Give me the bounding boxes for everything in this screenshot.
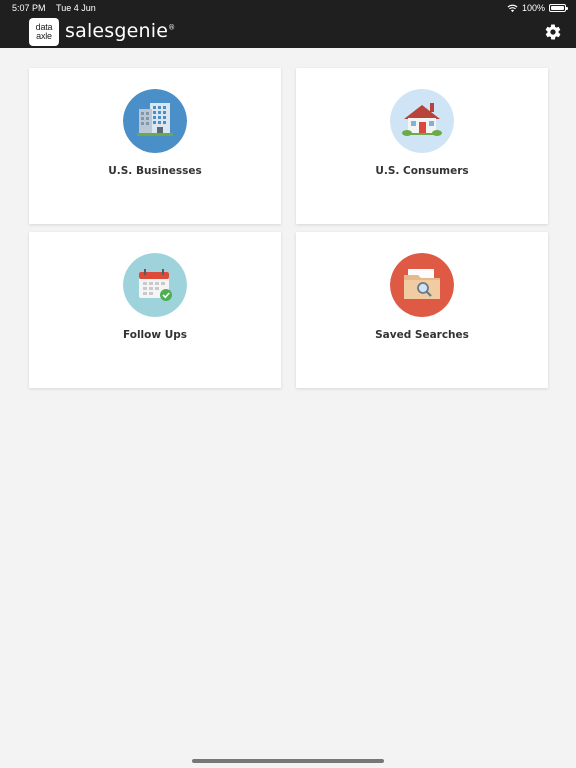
status-bar-right: 100% [507,3,568,13]
trademark-mark: ® [168,23,176,32]
logo-line-2: axle [36,31,52,41]
house-icon [390,89,454,153]
card-follow-ups[interactable]: Follow Ups [29,232,281,388]
status-bar-time: 5:07 PM Tue 4 Jun [12,3,96,13]
card-label: U.S. Consumers [375,165,469,177]
calendar-check-icon [123,253,187,317]
wifi-icon [507,4,518,12]
app-header: 5:07 PM Tue 4 Jun 100% data axle salesge… [0,0,576,48]
folder-search-icon [390,253,454,317]
office-building-icon [123,89,187,153]
status-date: Tue 4 Jun [56,3,96,13]
brand-name: salesgenie® [65,20,175,42]
battery-percent: 100% [521,3,545,13]
data-axle-logo: data axle [29,18,59,46]
home-indicator[interactable] [192,759,384,763]
card-label: Saved Searches [375,329,469,341]
gear-icon[interactable] [544,23,562,41]
status-time: 5:07 PM [12,3,46,13]
card-label: Follow Ups [122,329,188,341]
brand-text: salesgenie [65,20,169,42]
battery-icon [549,4,568,12]
card-label: U.S. Businesses [108,165,202,177]
card-us-consumers[interactable]: U.S. Consumers [296,68,548,224]
card-saved-searches[interactable]: Saved Searches [296,232,548,388]
card-us-businesses[interactable]: U.S. Businesses [29,68,281,224]
